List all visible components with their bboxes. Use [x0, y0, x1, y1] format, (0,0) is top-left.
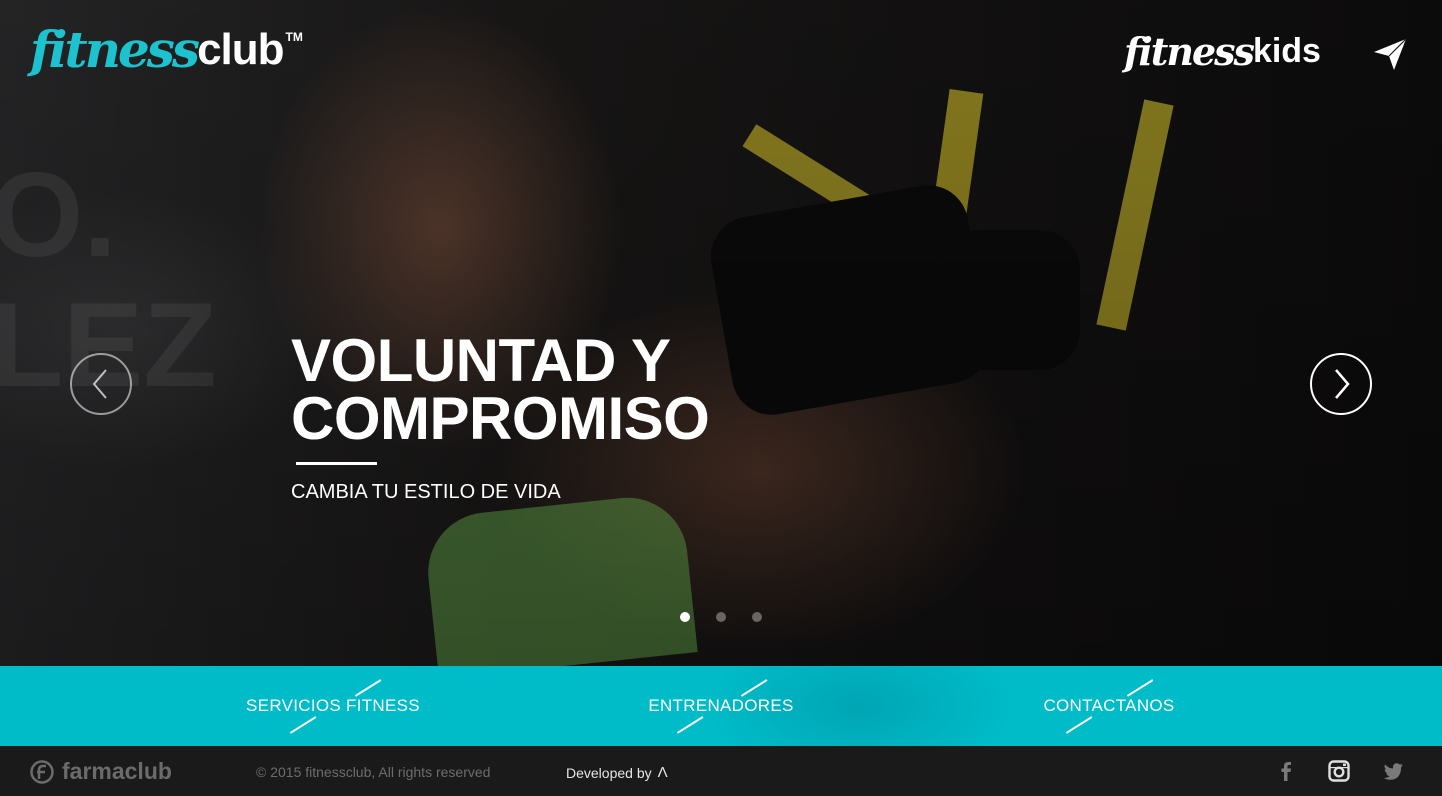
chevron-left-icon: [92, 369, 107, 399]
title-underline: [296, 462, 377, 465]
slider-dot-3[interactable]: [752, 612, 762, 622]
slider-prev-button[interactable]: [70, 353, 132, 415]
chevron-right-icon: [1335, 369, 1350, 399]
slide-title-line1: VOLUNTAD Y: [291, 327, 671, 394]
paper-plane-icon[interactable]: [1372, 36, 1408, 72]
logo-trademark: TM: [285, 30, 303, 44]
copyright-text: © 2015 fitnessclub, All rights reserved: [256, 764, 491, 780]
nav-entrenadores[interactable]: ENTRENADORES: [621, 666, 821, 746]
footer: farmaclub © 2015 fitnessclub, All rights…: [0, 746, 1442, 796]
nav-slash-decoration: [289, 716, 317, 734]
slide-title: VOLUNTAD Y COMPROMISO: [291, 327, 891, 452]
slider-dot-1[interactable]: [680, 612, 690, 622]
nav-slash-decoration: [740, 679, 768, 697]
slider-dot-2[interactable]: [716, 612, 726, 622]
nav-contactanos-label: CONTACTANOS: [1043, 696, 1175, 715]
nav-servicios-fitness[interactable]: SERVICIOS FITNESS: [233, 666, 433, 746]
logo-fitness-text: fitness: [30, 20, 200, 79]
facebook-icon[interactable]: [1275, 760, 1297, 782]
fitnesskids-link[interactable]: fitness kids: [1124, 26, 1321, 76]
slider-pagination: [680, 612, 762, 622]
farmaclub-text: farmaclub: [62, 758, 172, 784]
farmaclub-logo-icon: [30, 759, 54, 784]
nav-servicios-fitness-label: SERVICIOS FITNESS: [246, 696, 420, 715]
hero-slider: O.LEZ fitness club TM fitness kids VOLUN…: [0, 0, 1442, 666]
twitter-icon[interactable]: [1382, 760, 1404, 782]
kids-logo-fitness-text: fitness: [1124, 28, 1255, 74]
fitnessclub-logo[interactable]: fitness club TM: [30, 22, 303, 78]
slide-subtitle: CAMBIA TU ESTILO DE VIDA: [291, 481, 561, 503]
developer-logo-icon: Λ: [657, 764, 668, 781]
nav-slash-decoration: [1126, 679, 1154, 697]
nav-slash-decoration: [676, 716, 704, 734]
kids-logo-kids-text: kids: [1252, 31, 1321, 70]
main-nav: SERVICIOS FITNESS ENTRENADORES CONTACTAN…: [0, 666, 1442, 746]
nav-slash-decoration: [1065, 716, 1093, 734]
slider-next-button[interactable]: [1310, 353, 1372, 415]
nav-contactanos[interactable]: CONTACTANOS: [1009, 666, 1209, 746]
slide-title-line2: COMPROMISO: [291, 385, 710, 452]
developed-by[interactable]: Developed by Λ: [566, 764, 668, 781]
logo-club-text: club: [197, 25, 284, 74]
nav-slash-decoration: [354, 679, 382, 697]
nav-entrenadores-label: ENTRENADORES: [648, 696, 794, 715]
instagram-icon[interactable]: [1328, 760, 1350, 782]
farmaclub-link[interactable]: farmaclub: [30, 758, 172, 785]
developed-by-label: Developed by: [566, 764, 652, 781]
